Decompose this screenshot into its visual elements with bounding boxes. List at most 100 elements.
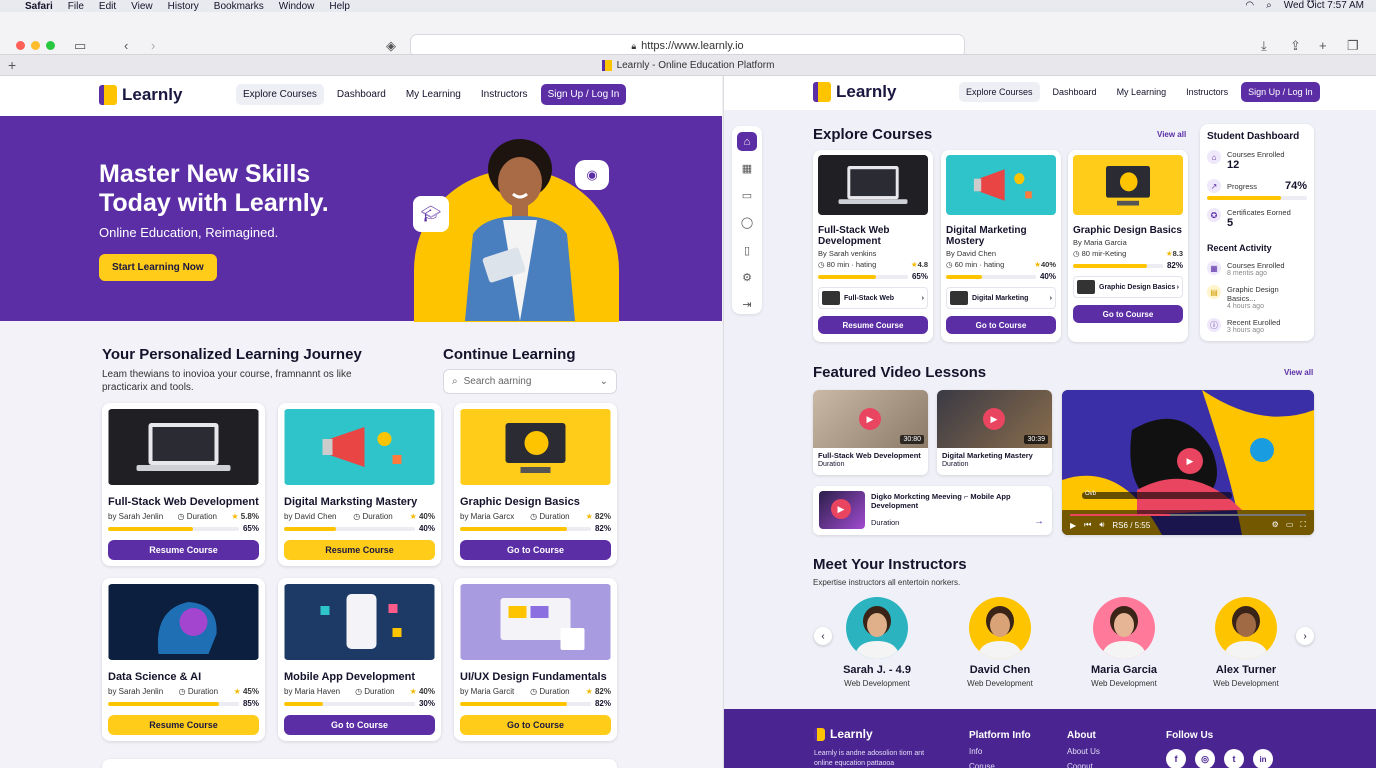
- facebook-icon[interactable]: f: [1166, 749, 1186, 768]
- download-icon[interactable]: ⤓: [1261, 38, 1267, 54]
- instagram-icon[interactable]: ◎: [1195, 749, 1215, 768]
- add-tab-icon[interactable]: +: [8, 57, 16, 73]
- course-action-button[interactable]: Go to Course: [284, 715, 435, 735]
- linkedin-icon[interactable]: in: [1253, 749, 1273, 768]
- course-title[interactable]: UI/UX Design Fundamentals: [460, 671, 611, 683]
- close-window-button[interactable]: [16, 41, 25, 50]
- course-card[interactable]: Digital Marksting Mastery by David Chen …: [278, 403, 441, 566]
- video-card-wide[interactable]: ▶ Digko Morkcting Meeving ⌐ Mobile App D…: [813, 486, 1052, 535]
- play-icon[interactable]: ▶: [983, 408, 1005, 430]
- course-title[interactable]: Mobile App Development: [284, 671, 435, 683]
- back-icon[interactable]: ‹: [124, 38, 128, 53]
- right-nav-instructors[interactable]: Instructors: [1179, 82, 1235, 102]
- right-nav-dashboard[interactable]: Dashboard: [1046, 82, 1104, 102]
- forward-icon[interactable]: ›: [151, 38, 155, 53]
- start-learning-button[interactable]: Start Learning Now: [99, 254, 217, 281]
- explore-course-card[interactable]: Digital Marketing Mostery By David Chen …: [941, 150, 1061, 342]
- chevron-left-icon[interactable]: ‹: [814, 627, 832, 645]
- instructor-avatar[interactable]: [1215, 597, 1277, 659]
- course-module-link[interactable]: Full-Stack Web ›: [818, 287, 928, 309]
- explore-course-card[interactable]: Graphic Design Basics By Maria Garcia ◷ …: [1068, 150, 1188, 342]
- course-action-button[interactable]: Go to Course: [460, 540, 611, 560]
- play-icon[interactable]: ▶: [859, 408, 881, 430]
- course-action-button[interactable]: Go to Course: [946, 316, 1056, 334]
- footer-link-about-us[interactable]: About Us: [1067, 744, 1100, 759]
- menu-file[interactable]: File: [68, 1, 84, 12]
- folder-icon[interactable]: ▭: [737, 186, 757, 205]
- footer-link-course[interactable]: Coruse: [969, 759, 995, 768]
- course-title[interactable]: Digital Marksting Mastery: [284, 496, 435, 508]
- course-module-link[interactable]: Digital Marketing ›: [946, 287, 1056, 309]
- wifi-icon[interactable]: ◠: [1245, 0, 1254, 11]
- instructor-avatar[interactable]: [969, 597, 1031, 659]
- course-title[interactable]: Digital Marketing Mostery: [946, 225, 1056, 247]
- menu-edit[interactable]: Edit: [99, 1, 116, 12]
- gear-icon[interactable]: ⚙︎: [737, 268, 757, 287]
- tabs-overview-icon[interactable]: ❐: [1347, 38, 1359, 54]
- explore-course-card[interactable]: Full-Stack Web Development By Sarah venk…: [813, 150, 933, 342]
- activity-label[interactable]: Courses Enrolled: [1227, 261, 1285, 270]
- book-icon[interactable]: ▯: [737, 241, 757, 260]
- course-action-button[interactable]: Resume Course: [108, 715, 259, 735]
- menu-clock[interactable]: Wed ℧ict 7:57 AM: [1284, 0, 1364, 11]
- new-tab-icon[interactable]: +: [1319, 38, 1327, 53]
- settings-icon[interactable]: ⚙︎: [1272, 520, 1279, 530]
- explore-view-all-link[interactable]: View all: [1157, 130, 1186, 139]
- instructor-name[interactable]: David Chen: [945, 664, 1055, 676]
- course-action-button[interactable]: Resume Course: [108, 540, 259, 560]
- course-title[interactable]: Full-Stack Web Development: [108, 496, 259, 508]
- minimize-window-button[interactable]: [31, 41, 40, 50]
- theater-mode-icon[interactable]: ▭: [1286, 520, 1294, 530]
- menu-window[interactable]: Window: [279, 1, 315, 12]
- nav-dashboard[interactable]: Dashboard: [330, 84, 393, 105]
- course-action-button[interactable]: Resume Course: [284, 540, 435, 560]
- course-title[interactable]: Data Science & AI: [108, 671, 259, 683]
- course-card[interactable]: Data Science & AI by Sarah Jenlin ◷ Dura…: [102, 578, 265, 741]
- active-tab-title[interactable]: Learnly - Online Education Platform: [617, 60, 775, 71]
- course-action-button[interactable]: Go to Course: [460, 715, 611, 735]
- course-card[interactable]: UI/UX Design Fundamentals by Maria Garci…: [454, 578, 617, 741]
- menu-app-name[interactable]: Safari: [25, 1, 53, 12]
- grid-icon[interactable]: ▦: [737, 159, 757, 178]
- instructor-name[interactable]: Alex Turner: [1191, 664, 1301, 676]
- footer-link-info[interactable]: Info: [969, 744, 982, 759]
- play-icon[interactable]: ▶: [831, 499, 851, 519]
- nav-my-learning[interactable]: My Learning: [399, 84, 468, 105]
- menu-history[interactable]: History: [168, 1, 199, 12]
- arrow-right-icon[interactable]: →: [1034, 516, 1044, 527]
- instructor-avatar[interactable]: [1093, 597, 1155, 659]
- nav-instructors[interactable]: Instructors: [474, 84, 535, 105]
- activity-label[interactable]: Recent Eurolled: [1227, 318, 1280, 327]
- footer-logo[interactable]: Learnly: [814, 727, 873, 741]
- share-icon[interactable]: ⇪: [1290, 38, 1301, 54]
- course-title[interactable]: Full-Stack Web Development: [818, 225, 928, 247]
- signup-login-button[interactable]: Sign Up / Log In: [540, 84, 627, 105]
- activity-label[interactable]: Graphic Design Basics...: [1227, 285, 1307, 303]
- video-card[interactable]: ▶ 30:39 Digital Marketing Mastery Durati…: [937, 390, 1052, 475]
- nav-explore-courses[interactable]: Explore Courses: [236, 84, 324, 105]
- video-card[interactable]: ▶ 30:80 Full-Stack Web Development Durat…: [813, 390, 928, 475]
- menu-help[interactable]: Help: [329, 1, 350, 12]
- instructor-avatar[interactable]: [846, 597, 908, 659]
- menu-bookmarks[interactable]: Bookmarks: [214, 1, 264, 12]
- instructor-name[interactable]: Maria Garcia: [1069, 664, 1179, 676]
- right-nav-my-learning[interactable]: My Learning: [1110, 82, 1174, 102]
- twitter-icon[interactable]: t: [1224, 749, 1244, 768]
- course-card[interactable]: Mobile App Development by Maria Haven ◷ …: [278, 578, 441, 741]
- course-title[interactable]: Graphic Design Basics: [1073, 225, 1183, 236]
- shield-icon[interactable]: ◈: [386, 38, 396, 54]
- logout-icon[interactable]: ⇥: [737, 295, 757, 314]
- course-action-button[interactable]: Go to Course: [1073, 305, 1183, 323]
- play-icon[interactable]: ▶: [1177, 448, 1203, 474]
- chevron-right-icon[interactable]: ›: [1296, 627, 1314, 645]
- course-search-input[interactable]: ⌕ Search aarning ⌄: [443, 369, 617, 394]
- skip-back-icon[interactable]: ⏮: [1084, 520, 1091, 530]
- logo[interactable]: Learnly: [99, 85, 182, 105]
- right-logo[interactable]: Learnly: [813, 82, 896, 102]
- zoom-window-button[interactable]: [46, 41, 55, 50]
- volume-icon[interactable]: 🔊︎: [1099, 520, 1104, 530]
- video-player[interactable]: ▶ Ovb ▶ ⏮ 🔊︎ RS6 / 5:55 ⚙︎ ▭ ⛶: [1062, 390, 1314, 535]
- right-signup-login-button[interactable]: Sign Up / Log In: [1241, 82, 1320, 102]
- course-card[interactable]: Full-Stack Web Development by Sarah Jenl…: [102, 403, 265, 566]
- play-control-icon[interactable]: ▶: [1070, 521, 1076, 530]
